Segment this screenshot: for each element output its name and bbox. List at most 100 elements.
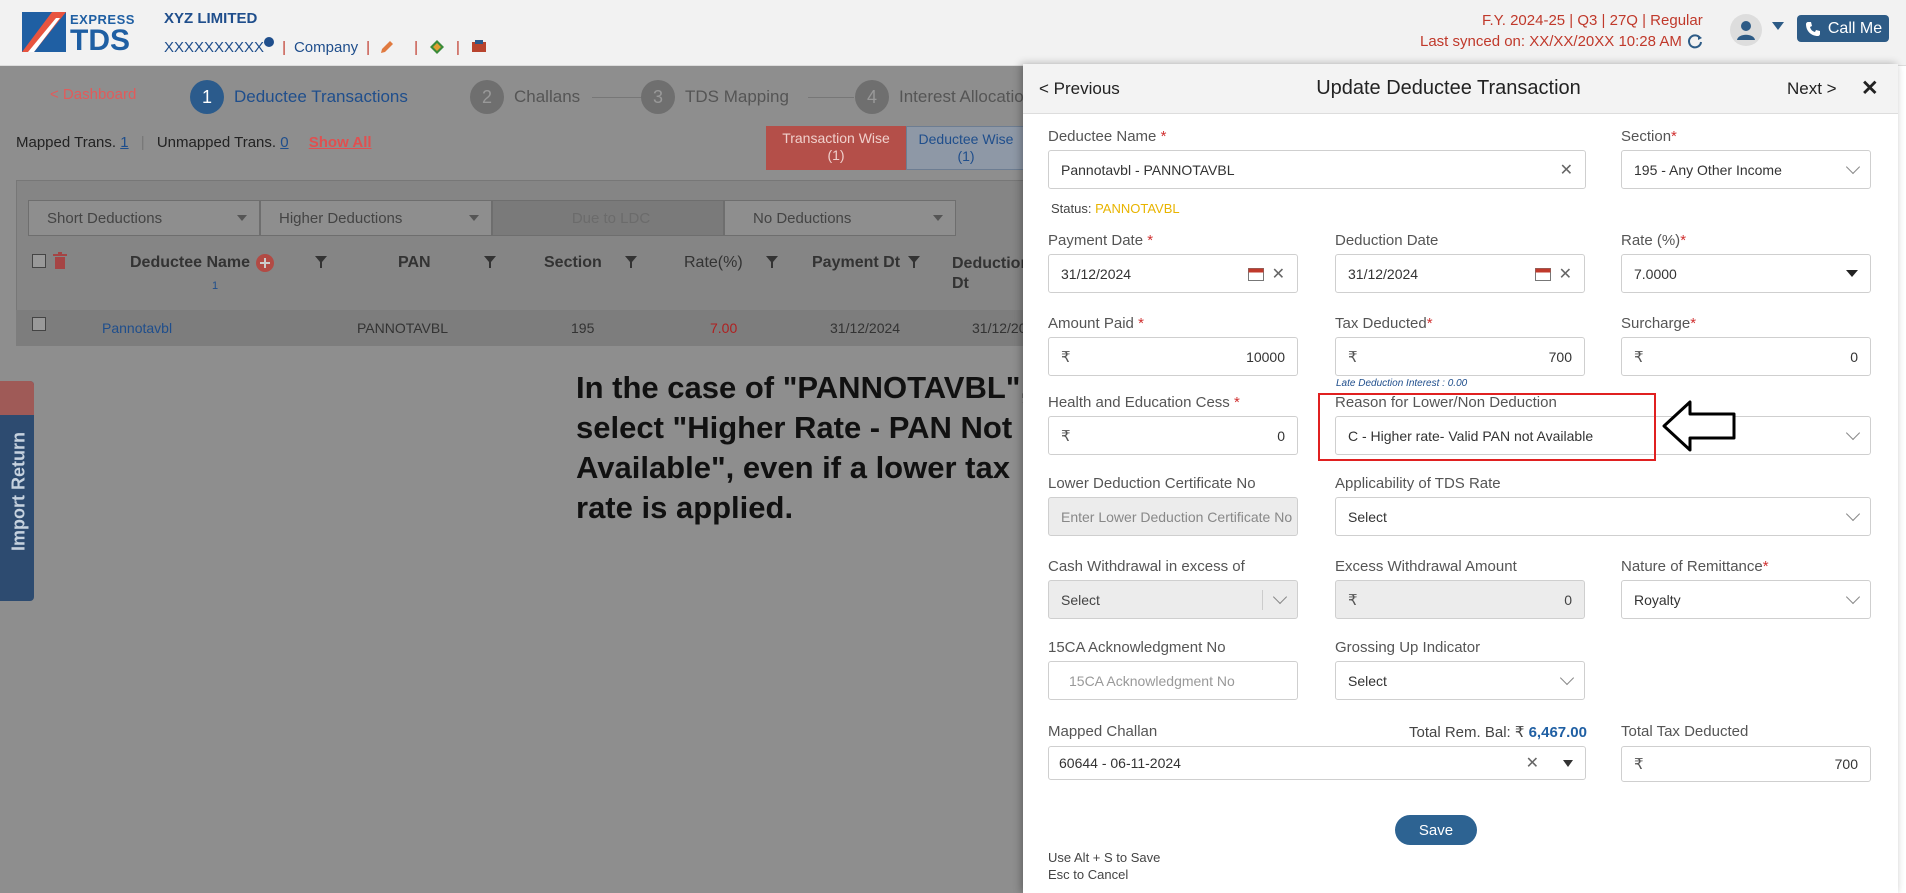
filter-icon[interactable] <box>625 256 637 268</box>
nature-label: Nature of Remittance* <box>1621 558 1769 575</box>
payment-date-value: 31/12/2024 <box>1061 265 1132 282</box>
ack-label: 15CA Acknowledgment No <box>1048 639 1226 656</box>
mapped-challan-label: Mapped Challan <box>1048 723 1158 740</box>
header-deduction-dt[interactable]: Deduction Dt <box>952 254 1030 294</box>
nature-select[interactable]: Royalty <box>1621 580 1871 619</box>
grossing-label: Grossing Up Indicator <box>1335 639 1481 656</box>
deduction-date-value: 31/12/2024 <box>1348 265 1419 282</box>
dashboard-link[interactable]: < Dashboard <box>50 86 136 103</box>
excess-withdrawal-label: Excess Withdrawal Amount <box>1335 558 1517 575</box>
clear-icon[interactable]: ✕ <box>1560 160 1573 180</box>
mapped-count-link[interactable]: 1 <box>120 134 128 151</box>
hint-save: Use Alt + S to Save <box>1048 850 1161 865</box>
company-name: XYZ LIMITED <box>164 10 258 27</box>
step-label: Challans <box>514 87 581 106</box>
excess-withdrawal-field: ₹ 0 <box>1335 580 1585 619</box>
user-avatar[interactable] <box>1730 14 1762 46</box>
step-deductee-transactions[interactable]: 1 Deductee Transactions <box>190 80 408 114</box>
chevron-down-icon[interactable] <box>1772 22 1784 32</box>
deductee-count: 1 <box>212 280 219 292</box>
sync-icon[interactable] <box>1686 32 1704 50</box>
grossing-select[interactable]: Select <box>1335 661 1585 700</box>
payment-date-field[interactable]: 31/12/2024 ✕ <box>1048 254 1298 293</box>
applicability-select[interactable]: Select <box>1335 497 1871 536</box>
tax-deducted-field[interactable]: ₹ 700 <box>1335 337 1585 376</box>
mapped-challan-select[interactable]: 60644 - 06-11-2024 ✕ <box>1048 746 1586 780</box>
filter-label: No Deductions <box>753 209 852 227</box>
delete-icon[interactable] <box>52 252 68 270</box>
step-connector <box>808 97 854 98</box>
modal-title: Update Deductee Transaction <box>1316 77 1581 99</box>
highlight-box <box>1318 393 1656 461</box>
row-deduction-dt: 31/12/20 <box>972 320 1027 336</box>
calendar-icon[interactable] <box>1534 267 1551 281</box>
next-button[interactable]: Next > <box>1787 79 1837 99</box>
cash-withdrawal-value: Select <box>1061 591 1100 608</box>
clear-icon[interactable]: ✕ <box>1526 753 1539 773</box>
header-pan[interactable]: PAN <box>398 254 431 272</box>
rate-select[interactable]: 7.0000 <box>1621 254 1871 293</box>
call-me-button[interactable]: Call Me <box>1797 15 1889 42</box>
clear-icon[interactable]: ✕ <box>1559 264 1572 284</box>
show-all-link[interactable]: Show All <box>309 134 372 151</box>
ldc-input: Enter Lower Deduction Certificate No <box>1048 497 1298 536</box>
leaf-logo-icon[interactable] <box>426 38 448 56</box>
row-deductee-name[interactable]: Pannotavbl <box>102 320 172 336</box>
filter-short-deductions[interactable]: Short Deductions <box>28 200 260 236</box>
transaction-wise-tab[interactable]: Transaction Wise (1) <box>766 126 906 170</box>
amount-paid-label: Amount Paid * <box>1048 315 1144 332</box>
express-tds-logo[interactable]: EXPRESS TDS <box>22 10 142 57</box>
caret-down-icon <box>1846 270 1858 277</box>
header-payment-dt[interactable]: Payment Dt <box>812 254 900 272</box>
step-challans[interactable]: 2 Challans <box>470 80 580 114</box>
company-link[interactable]: Company <box>294 39 358 56</box>
calendar-icon[interactable] <box>1247 267 1264 281</box>
step-number: 2 <box>470 80 504 114</box>
deductee-name-field[interactable]: Pannotavbl - PANNOTAVBL ✕ <box>1048 150 1586 189</box>
select-all-checkbox[interactable] <box>32 254 46 268</box>
clear-icon[interactable]: ✕ <box>1272 264 1285 284</box>
filter-label: Higher Deductions <box>279 209 403 227</box>
header-section[interactable]: Section <box>544 254 602 272</box>
step-interest-allocation[interactable]: 4 Interest Allocation <box>855 80 1033 114</box>
logo-mark-icon <box>22 12 66 52</box>
amount-paid-field[interactable]: ₹ 10000 <box>1048 337 1298 376</box>
import-return-tab[interactable]: Import Return <box>0 381 34 601</box>
applicability-value: Select <box>1348 508 1387 525</box>
filter-icon[interactable] <box>908 256 920 268</box>
filter-icon[interactable] <box>484 256 496 268</box>
applicability-label: Applicability of TDS Rate <box>1335 475 1501 492</box>
rate-label: Rate (%)* <box>1621 232 1687 249</box>
header-rate[interactable]: Rate(%) <box>684 254 743 272</box>
instruction-annotation: In the case of "PANNOTAVBL", select "Hig… <box>576 370 1030 525</box>
unmapped-label: Unmapped Trans. <box>156 134 277 151</box>
divider <box>1262 589 1263 610</box>
edit-pencil-icon[interactable] <box>378 38 396 56</box>
cess-field[interactable]: ₹ 0 <box>1048 416 1298 455</box>
section-label: Section* <box>1621 128 1677 145</box>
header-deductee-name[interactable]: Deductee Name <box>130 254 250 272</box>
unmapped-count-link[interactable]: 0 <box>280 134 288 151</box>
step-tds-mapping[interactable]: 3 TDS Mapping <box>641 80 789 114</box>
filter-no-deductions[interactable]: No Deductions <box>724 200 956 236</box>
deduction-date-field[interactable]: 31/12/2024 ✕ <box>1335 254 1585 293</box>
filter-higher-deductions[interactable]: Higher Deductions <box>260 200 492 236</box>
gov-emblem-icon[interactable] <box>468 38 490 56</box>
surcharge-field[interactable]: ₹ 0 <box>1621 337 1871 376</box>
filter-icon[interactable] <box>766 256 778 268</box>
deduction-date-label: Deduction Date <box>1335 232 1439 249</box>
filter-icon[interactable] <box>315 256 327 268</box>
chevron-down-icon <box>1845 506 1861 522</box>
add-circle-icon[interactable] <box>256 254 274 272</box>
close-icon[interactable]: ✕ <box>1861 76 1879 101</box>
row-checkbox[interactable] <box>32 317 46 331</box>
deductee-wise-tab[interactable]: Deductee Wise (1) <box>906 126 1026 170</box>
save-button[interactable]: Save <box>1395 815 1477 845</box>
section-select[interactable]: 195 - Any Other Income <box>1621 150 1871 189</box>
info-icon[interactable] <box>264 37 275 47</box>
tab-label: Transaction Wise <box>782 130 890 146</box>
separator: | <box>414 38 418 56</box>
ack-input[interactable]: 15CA Acknowledgment No <box>1048 661 1298 700</box>
pointer-arrow-icon <box>1662 400 1736 452</box>
deductee-name-value: Pannotavbl - PANNOTAVBL <box>1061 161 1235 178</box>
